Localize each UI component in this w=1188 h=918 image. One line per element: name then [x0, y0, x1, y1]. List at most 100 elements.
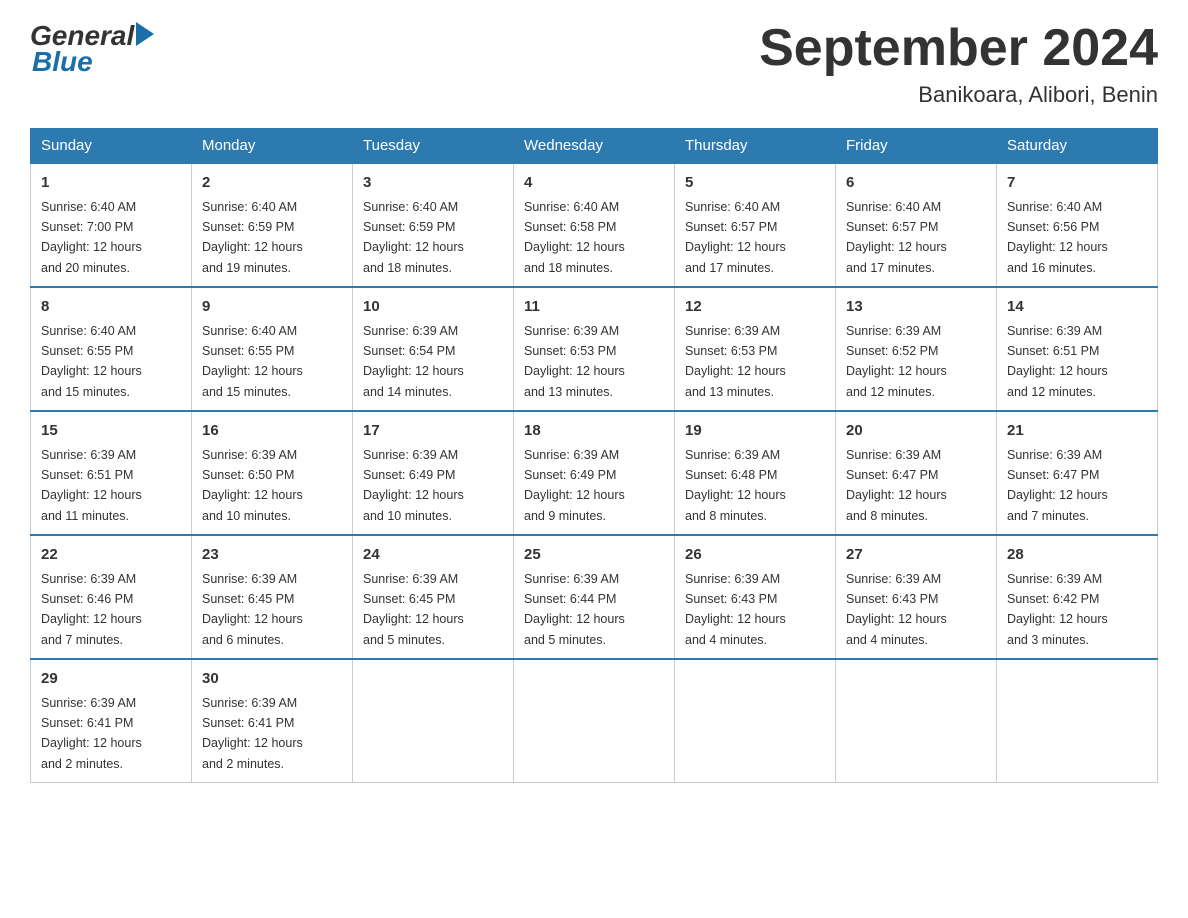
calendar-cell: 16 Sunrise: 6:39 AMSunset: 6:50 PMDayligh…: [192, 411, 353, 535]
calendar-cell: 21 Sunrise: 6:39 AMSunset: 6:47 PMDayligh…: [997, 411, 1158, 535]
calendar-cell: 9Sunrise: 6:40 AMSunset: 6:55 PMDaylight…: [192, 287, 353, 411]
calendar-cell: 6 Sunrise: 6:40 AMSunset: 6:57 PMDaylight…: [836, 163, 997, 287]
calendar-cell: [353, 659, 514, 783]
day-number: 3: [363, 172, 503, 195]
day-info: Sunrise: 6:40 AMSunset: 6:58 PMDaylight:…: [524, 200, 625, 275]
day-number: 25: [524, 544, 664, 567]
calendar-cell: 29Sunrise: 6:39 AMSunset: 6:41 PMDayligh…: [31, 659, 192, 783]
day-number: 8: [41, 296, 181, 319]
day-number: 14: [1007, 296, 1147, 319]
day-info: Sunrise: 6:39 AMSunset: 6:41 PMDaylight:…: [41, 696, 142, 771]
day-info: Sunrise: 6:39 AMSunset: 6:51 PMDaylight:…: [1007, 324, 1108, 399]
day-info: Sunrise: 6:39 AMSunset: 6:48 PMDaylight:…: [685, 448, 786, 523]
day-info: Sunrise: 6:39 AMSunset: 6:47 PMDaylight:…: [846, 448, 947, 523]
day-info: Sunrise: 6:39 AMSunset: 6:51 PMDaylight:…: [41, 448, 142, 523]
day-number: 19: [685, 420, 825, 443]
day-info: Sunrise: 6:39 AMSunset: 6:49 PMDaylight:…: [363, 448, 464, 523]
calendar-cell: 2 Sunrise: 6:40 AMSunset: 6:59 PMDaylight…: [192, 163, 353, 287]
day-number: 23: [202, 544, 342, 567]
day-number: 10: [363, 296, 503, 319]
day-number: 16: [202, 420, 342, 443]
calendar-cell: [997, 659, 1158, 783]
calendar-header-row: Sunday Monday Tuesday Wednesday Thursday…: [31, 129, 1158, 164]
calendar-cell: 30Sunrise: 6:39 AMSunset: 6:41 PMDayligh…: [192, 659, 353, 783]
col-saturday: Saturday: [997, 129, 1158, 164]
calendar-cell: 25 Sunrise: 6:39 AMSunset: 6:44 PMDayligh…: [514, 535, 675, 659]
day-number: 6: [846, 172, 986, 195]
col-wednesday: Wednesday: [514, 129, 675, 164]
day-number: 12: [685, 296, 825, 319]
calendar-cell: 7Sunrise: 6:40 AMSunset: 6:56 PMDaylight…: [997, 163, 1158, 287]
calendar-cell: 12 Sunrise: 6:39 AMSunset: 6:53 PMDayligh…: [675, 287, 836, 411]
calendar-cell: 4 Sunrise: 6:40 AMSunset: 6:58 PMDaylight…: [514, 163, 675, 287]
calendar-cell: 5 Sunrise: 6:40 AMSunset: 6:57 PMDaylight…: [675, 163, 836, 287]
day-info: Sunrise: 6:39 AMSunset: 6:50 PMDaylight:…: [202, 448, 303, 523]
day-number: 2: [202, 172, 342, 195]
day-info: Sunrise: 6:39 AMSunset: 6:43 PMDaylight:…: [685, 572, 786, 647]
day-number: 26: [685, 544, 825, 567]
day-number: 22: [41, 544, 181, 567]
col-thursday: Thursday: [675, 129, 836, 164]
calendar-week-row: 22 Sunrise: 6:39 AMSunset: 6:46 PMDayligh…: [31, 535, 1158, 659]
day-info: Sunrise: 6:39 AMSunset: 6:45 PMDaylight:…: [363, 572, 464, 647]
day-number: 7: [1007, 172, 1147, 195]
logo-arrow-icon: [136, 22, 154, 46]
day-number: 18: [524, 420, 664, 443]
day-number: 15: [41, 420, 181, 443]
day-number: 27: [846, 544, 986, 567]
calendar-week-row: 1 Sunrise: 6:40 AMSunset: 7:00 PMDaylight…: [31, 163, 1158, 287]
col-tuesday: Tuesday: [353, 129, 514, 164]
calendar-cell: 10 Sunrise: 6:39 AMSunset: 6:54 PMDayligh…: [353, 287, 514, 411]
day-info: Sunrise: 6:40 AMSunset: 7:00 PMDaylight:…: [41, 200, 142, 275]
calendar-cell: [836, 659, 997, 783]
day-info: Sunrise: 6:40 AMSunset: 6:55 PMDaylight:…: [41, 324, 142, 399]
day-info: Sunrise: 6:39 AMSunset: 6:45 PMDaylight:…: [202, 572, 303, 647]
day-info: Sunrise: 6:39 AMSunset: 6:53 PMDaylight:…: [524, 324, 625, 399]
title-block: September 2024 Banikoara, Alibori, Benin: [759, 20, 1158, 108]
calendar-cell: 3Sunrise: 6:40 AMSunset: 6:59 PMDaylight…: [353, 163, 514, 287]
day-info: Sunrise: 6:39 AMSunset: 6:53 PMDaylight:…: [685, 324, 786, 399]
calendar-cell: 8 Sunrise: 6:40 AMSunset: 6:55 PMDaylight…: [31, 287, 192, 411]
logo: General Blue: [30, 20, 154, 78]
calendar-cell: 11 Sunrise: 6:39 AMSunset: 6:53 PMDayligh…: [514, 287, 675, 411]
logo-blue-text: Blue: [32, 46, 154, 78]
day-info: Sunrise: 6:40 AMSunset: 6:59 PMDaylight:…: [202, 200, 303, 275]
day-info: Sunrise: 6:39 AMSunset: 6:41 PMDaylight:…: [202, 696, 303, 771]
day-number: 20: [846, 420, 986, 443]
calendar-cell: 22 Sunrise: 6:39 AMSunset: 6:46 PMDayligh…: [31, 535, 192, 659]
calendar-table: Sunday Monday Tuesday Wednesday Thursday…: [30, 128, 1158, 783]
day-info: Sunrise: 6:39 AMSunset: 6:52 PMDaylight:…: [846, 324, 947, 399]
day-number: 28: [1007, 544, 1147, 567]
calendar-week-row: 15 Sunrise: 6:39 AMSunset: 6:51 PMDayligh…: [31, 411, 1158, 535]
calendar-week-row: 29Sunrise: 6:39 AMSunset: 6:41 PMDayligh…: [31, 659, 1158, 783]
calendar-cell: 19 Sunrise: 6:39 AMSunset: 6:48 PMDayligh…: [675, 411, 836, 535]
calendar-cell: 27Sunrise: 6:39 AMSunset: 6:43 PMDayligh…: [836, 535, 997, 659]
calendar-cell: 1 Sunrise: 6:40 AMSunset: 7:00 PMDaylight…: [31, 163, 192, 287]
day-info: Sunrise: 6:39 AMSunset: 6:44 PMDaylight:…: [524, 572, 625, 647]
day-info: Sunrise: 6:39 AMSunset: 6:54 PMDaylight:…: [363, 324, 464, 399]
day-info: Sunrise: 6:39 AMSunset: 6:42 PMDaylight:…: [1007, 572, 1108, 647]
day-info: Sunrise: 6:40 AMSunset: 6:57 PMDaylight:…: [846, 200, 947, 275]
day-info: Sunrise: 6:40 AMSunset: 6:57 PMDaylight:…: [685, 200, 786, 275]
calendar-cell: 17Sunrise: 6:39 AMSunset: 6:49 PMDayligh…: [353, 411, 514, 535]
calendar-title: September 2024: [759, 20, 1158, 77]
calendar-cell: 13Sunrise: 6:39 AMSunset: 6:52 PMDayligh…: [836, 287, 997, 411]
calendar-cell: [514, 659, 675, 783]
day-number: 11: [524, 296, 664, 319]
calendar-cell: 28 Sunrise: 6:39 AMSunset: 6:42 PMDayligh…: [997, 535, 1158, 659]
day-number: 24: [363, 544, 503, 567]
day-number: 1: [41, 172, 181, 195]
calendar-week-row: 8 Sunrise: 6:40 AMSunset: 6:55 PMDaylight…: [31, 287, 1158, 411]
col-monday: Monday: [192, 129, 353, 164]
calendar-cell: 18Sunrise: 6:39 AMSunset: 6:49 PMDayligh…: [514, 411, 675, 535]
day-info: Sunrise: 6:39 AMSunset: 6:46 PMDaylight:…: [41, 572, 142, 647]
calendar-cell: 24 Sunrise: 6:39 AMSunset: 6:45 PMDayligh…: [353, 535, 514, 659]
day-number: 9: [202, 296, 342, 319]
calendar-cell: 20 Sunrise: 6:39 AMSunset: 6:47 PMDayligh…: [836, 411, 997, 535]
calendar-cell: 26 Sunrise: 6:39 AMSunset: 6:43 PMDayligh…: [675, 535, 836, 659]
day-number: 5: [685, 172, 825, 195]
col-sunday: Sunday: [31, 129, 192, 164]
day-number: 4: [524, 172, 664, 195]
day-info: Sunrise: 6:39 AMSunset: 6:47 PMDaylight:…: [1007, 448, 1108, 523]
day-number: 21: [1007, 420, 1147, 443]
